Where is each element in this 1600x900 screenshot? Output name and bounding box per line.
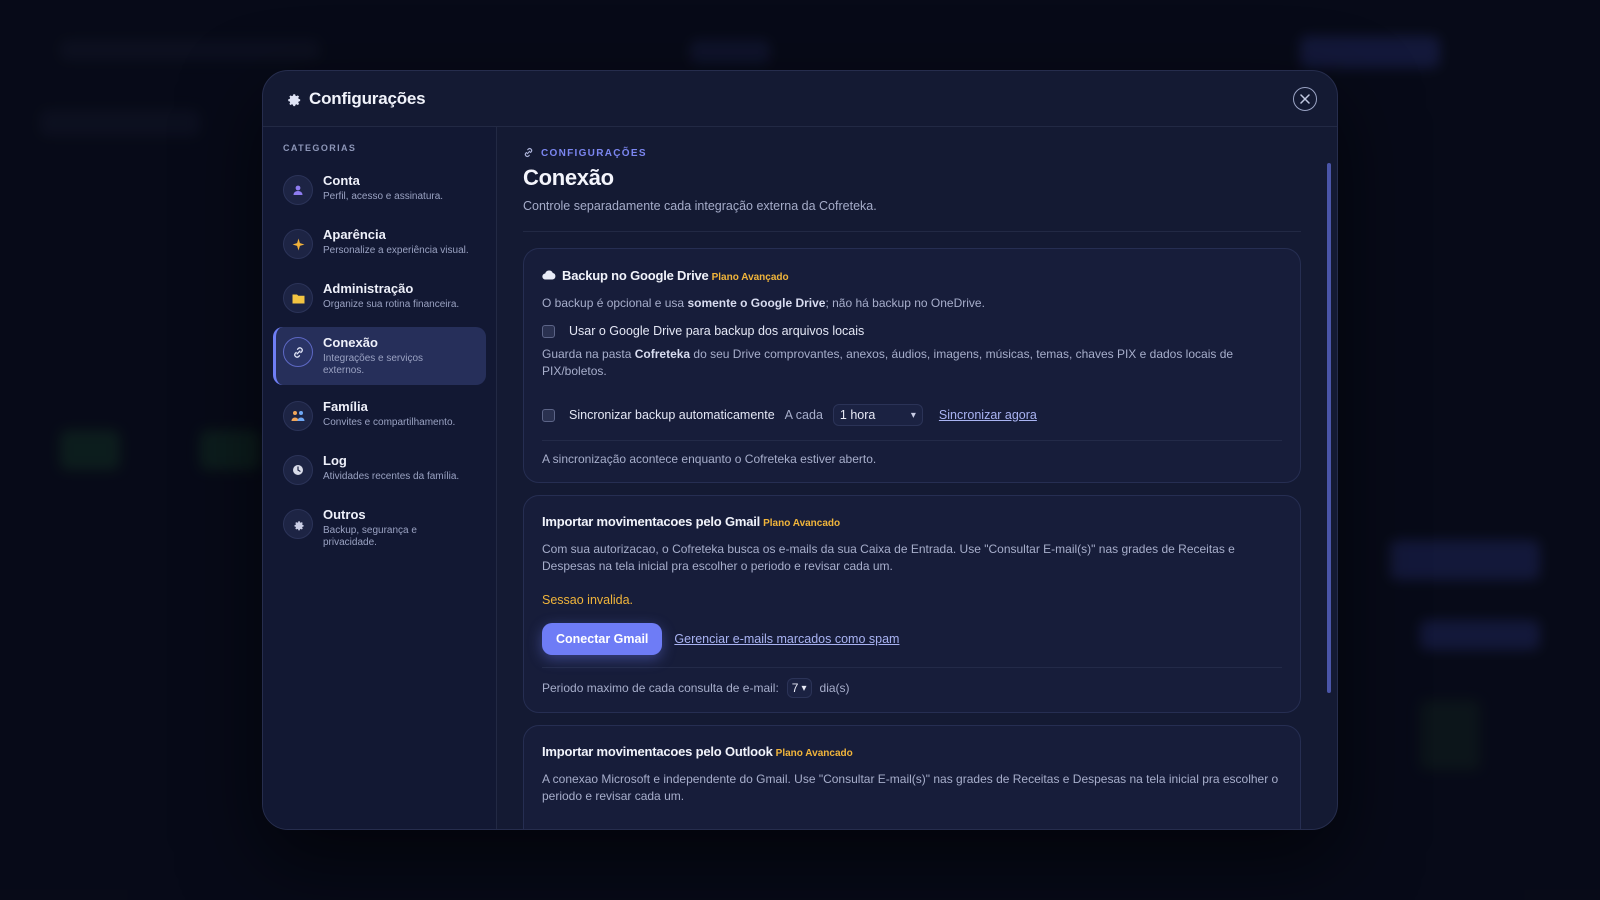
period-unit: dia(s)	[819, 681, 850, 695]
period-select[interactable]: 7 ▾	[786, 678, 812, 698]
interval-label: A cada	[784, 408, 823, 422]
sidebar-item-familia[interactable]: Família Convites e compartilhamento.	[273, 391, 486, 439]
card-title: Importar movimentacoes pelo Outlook	[542, 744, 773, 759]
category-sidebar: CATEGORIAS Conta Perfil, acesso e assina…	[263, 127, 497, 829]
google-drive-card: Backup no Google Drive Plano Avançado O …	[523, 248, 1301, 483]
sidebar-item-label: Aparência	[323, 227, 386, 242]
breadcrumb-label: CONFIGURAÇÕES	[541, 147, 647, 159]
breadcrumb: CONFIGURAÇÕES	[523, 147, 1309, 159]
page-subtitle: Controle separadamente cada integração e…	[523, 199, 1301, 232]
period-label: Periodo maximo de cada consulta de e-mai…	[542, 681, 779, 695]
clock-icon	[283, 455, 313, 485]
plan-badge: Plano Avancado	[775, 748, 853, 759]
gear-icon	[283, 509, 313, 539]
card-title: Importar movimentacoes pelo Gmail	[542, 514, 761, 529]
sync-interval-select[interactable]: 1 hora ▾	[832, 404, 923, 426]
settings-content: CONFIGURAÇÕES Conexão Controle separadam…	[497, 127, 1337, 829]
outlook-description: A conexao Microsoft e independente do Gm…	[542, 772, 1279, 803]
modal-title: Configurações	[309, 88, 426, 108]
settings-modal: Configurações CATEGORIAS Conta Perfil, a…	[262, 70, 1338, 830]
chevron-down-icon: ▾	[801, 682, 807, 694]
close-icon	[1300, 94, 1310, 104]
user-icon	[283, 175, 313, 205]
period-row: Periodo maximo de cada consulta de e-mai…	[542, 678, 1282, 698]
auto-sync-checkbox[interactable]	[542, 408, 555, 422]
sidebar-item-outros[interactable]: Outros Backup, segurança e privacidade.	[273, 499, 486, 557]
link-icon	[523, 147, 535, 159]
gmail-description: Com sua autorizacao, o Cofreteka busca o…	[542, 542, 1235, 573]
close-button[interactable]	[1293, 87, 1317, 111]
sidebar-item-aparencia[interactable]: Aparência Personalize a experiência visu…	[273, 219, 486, 267]
outlook-import-card: Importar movimentacoes pelo Outlook Plan…	[523, 725, 1301, 829]
sync-note: A sincronização acontece enquanto o Cofr…	[542, 452, 877, 466]
plan-badge: Plano Avancado	[763, 518, 841, 529]
sidebar-item-label: Família	[323, 399, 368, 414]
gear-icon	[285, 90, 303, 108]
drive-description: O backup é opcional e usa somente o Goog…	[542, 296, 985, 310]
modal-header: Configurações	[263, 71, 1337, 127]
sidebar-item-desc: Integrações e serviços externos.	[323, 353, 424, 376]
sidebar-item-log[interactable]: Log Atividades recentes da família.	[273, 445, 486, 493]
link-icon	[283, 337, 313, 367]
sidebar-item-label: Outros	[323, 507, 366, 522]
chevron-down-icon: ▾	[910, 409, 916, 421]
sidebar-item-desc: Backup, segurança e privacidade.	[323, 525, 417, 548]
gmail-import-card: Importar movimentacoes pelo Gmail Plano …	[523, 495, 1301, 713]
sidebar-item-desc: Perfil, acesso e assinatura.	[323, 191, 444, 202]
plan-badge: Plano Avançado	[711, 272, 789, 283]
connect-gmail-button[interactable]: Conectar Gmail	[542, 623, 663, 655]
sidebar-item-desc: Organize sua rotina financeira.	[323, 299, 460, 310]
family-icon	[283, 401, 313, 431]
drive-backup-checkbox[interactable]	[542, 324, 555, 338]
drive-storage-note: Guarda na pasta Cofreteka do seu Drive c…	[542, 347, 1234, 378]
page-title: Conexão	[523, 165, 614, 190]
card-title: Backup no Google Drive	[562, 268, 709, 283]
sidebar-item-desc: Convites e compartilhamento.	[323, 417, 456, 428]
sidebar-item-label: Conexão	[323, 335, 378, 350]
sidebar-item-label: Administração	[323, 281, 414, 296]
period-value: 7	[791, 681, 799, 695]
auto-sync-label: Sincronizar backup automaticamente	[569, 408, 775, 422]
sparkle-icon	[283, 229, 313, 259]
sidebar-heading: CATEGORIAS	[283, 143, 357, 153]
manage-spam-link[interactable]: Gerenciar e-mails marcados como spam	[674, 632, 899, 646]
sidebar-item-desc: Atividades recentes da família.	[323, 471, 460, 482]
cloud-icon	[542, 267, 556, 285]
content-scrollbar[interactable]	[1327, 163, 1331, 693]
sidebar-item-label: Log	[323, 453, 347, 468]
sidebar-item-desc: Personalize a experiência visual.	[323, 245, 469, 256]
sidebar-item-conexao[interactable]: Conexão Integrações e serviços externos.	[273, 327, 486, 385]
gmail-session-status: Sessao invalida.	[542, 593, 634, 607]
sync-now-link[interactable]: Sincronizar agora	[939, 408, 1037, 422]
sync-interval-value: 1 hora	[839, 408, 876, 422]
folder-icon	[283, 283, 313, 313]
sidebar-item-conta[interactable]: Conta Perfil, acesso e assinatura.	[273, 165, 486, 213]
sidebar-item-label: Conta	[323, 173, 360, 188]
sidebar-item-administracao[interactable]: Administração Organize sua rotina financ…	[273, 273, 486, 321]
drive-backup-label: Usar o Google Drive para backup dos arqu…	[569, 324, 865, 338]
